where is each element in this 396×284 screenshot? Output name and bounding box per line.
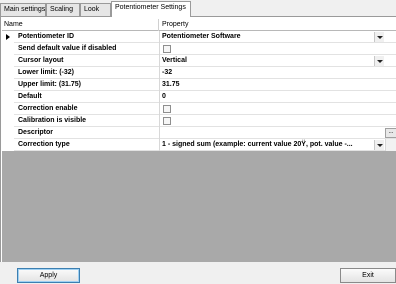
column-separator: [159, 127, 160, 139]
column-separator: [159, 91, 160, 103]
tab-main-settings[interactable]: Main settings: [0, 3, 46, 17]
property-grid[interactable]: Name Property Potentiometer ID Potentiom…: [2, 19, 396, 262]
column-header-property[interactable]: Property: [160, 19, 386, 31]
correction-type-value[interactable]: 1 - signed sum (example: current value 2…: [162, 139, 372, 151]
column-separator: [159, 43, 160, 55]
row-upper-limit[interactable]: Upper limit: (31.75) 31.75: [2, 79, 396, 91]
row-overflow-cell: [385, 139, 396, 151]
tab-scaling[interactable]: Scaling: [46, 3, 80, 17]
row-label: Default: [18, 93, 42, 100]
row-gutter: [2, 67, 14, 79]
chevron-down-icon[interactable]: [374, 32, 384, 42]
send-default-checkbox[interactable]: [163, 45, 171, 53]
row-send-default-value[interactable]: Send default value if disabled: [2, 43, 396, 55]
lower-limit-field[interactable]: -32: [162, 67, 384, 79]
row-lower-limit[interactable]: Lower limit: (-32) -32: [2, 67, 396, 79]
column-separator: [159, 139, 160, 151]
grid-header: Name Property: [2, 19, 396, 31]
column-separator: [159, 67, 160, 79]
tab-potentiometer-settings[interactable]: Potentiometer Settings: [111, 1, 191, 17]
row-potentiometer-id[interactable]: Potentiometer ID Potentiometer Software: [2, 31, 396, 43]
tab-strip: Main settings Scaling Look Potentiometer…: [0, 0, 396, 17]
exit-button[interactable]: Exit: [340, 268, 396, 283]
row-correction-enable[interactable]: Correction enable: [2, 103, 396, 115]
row-label: Cursor layout: [18, 57, 64, 64]
row-gutter: [2, 79, 14, 91]
row-label: Correction enable: [18, 105, 78, 112]
row-label: Descriptor: [18, 129, 54, 136]
column-separator: [159, 31, 160, 43]
row-label: Potentiometer ID: [18, 33, 75, 40]
row-gutter: [2, 139, 14, 151]
row-gutter: [2, 103, 14, 115]
column-separator: [159, 115, 160, 127]
row-gutter: [2, 55, 14, 67]
calibration-visible-checkbox[interactable]: [163, 117, 171, 125]
chevron-down-icon[interactable]: [374, 56, 384, 66]
row-correction-type[interactable]: Correction type 1 - signed sum (example:…: [2, 139, 396, 151]
column-separator: [159, 103, 160, 115]
tab-look[interactable]: Look: [80, 3, 111, 17]
row-gutter: [2, 91, 14, 103]
row-label: Correction type: [18, 141, 70, 148]
row-gutter: [2, 115, 14, 127]
potentiometer-id-value[interactable]: Potentiometer Software: [162, 31, 384, 43]
row-label: Send default value if disabled: [18, 45, 117, 52]
row-gutter: [2, 43, 14, 55]
descriptor-field[interactable]: [162, 127, 384, 139]
expand-arrow-icon[interactable]: [6, 34, 10, 40]
chevron-down-icon[interactable]: [374, 140, 384, 150]
default-field[interactable]: 0: [162, 91, 384, 103]
column-separator: [159, 55, 160, 67]
correction-enable-checkbox[interactable]: [163, 105, 171, 113]
row-label: Calibration is visible: [18, 117, 87, 124]
column-separator: [159, 79, 160, 91]
row-label: Upper limit: (31.75): [18, 81, 82, 88]
upper-limit-field[interactable]: 31.75: [162, 79, 384, 91]
column-header-name[interactable]: Name: [2, 19, 159, 31]
row-default[interactable]: Default 0: [2, 91, 396, 103]
descriptor-browse-button[interactable]: ...: [385, 128, 396, 138]
cursor-layout-value[interactable]: Vertical: [162, 55, 384, 67]
row-descriptor[interactable]: Descriptor ...: [2, 127, 396, 139]
row-label: Lower limit: (-32): [18, 69, 75, 76]
apply-button[interactable]: Apply: [17, 268, 80, 283]
row-gutter: [2, 127, 14, 139]
row-calibration-visible[interactable]: Calibration is visible: [2, 115, 396, 127]
row-gutter: [2, 31, 14, 43]
row-cursor-layout[interactable]: Cursor layout Vertical: [2, 55, 396, 67]
